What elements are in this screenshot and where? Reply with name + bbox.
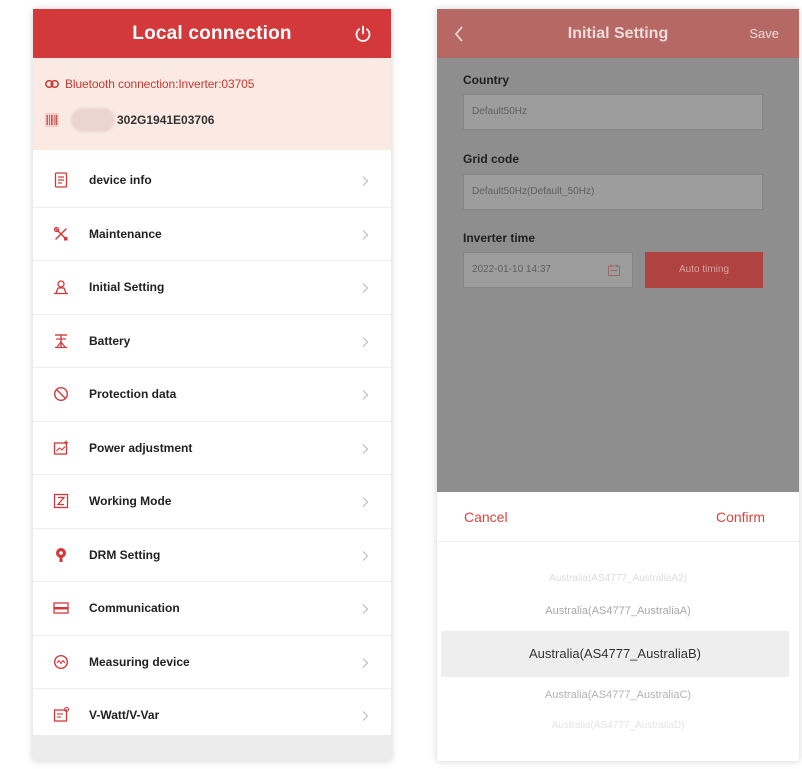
menu-item-label: Maintenance: [89, 226, 162, 241]
country-label: Country: [463, 73, 509, 87]
link-icon: [45, 80, 59, 88]
serial-number-text: 302G1941E03706: [117, 113, 215, 127]
chevron-right-icon: [362, 497, 369, 507]
menu-item-power-adjustment[interactable]: Power adjustment: [33, 422, 391, 475]
calendar-icon: [608, 264, 620, 276]
save-button[interactable]: Save: [749, 9, 779, 58]
power-icon[interactable]: [353, 24, 373, 44]
picker-option[interactable]: Australia(AS4777_AustraliaA2): [437, 573, 799, 585]
barcode-icon: [45, 113, 59, 127]
menu-item-label: Communication: [89, 601, 180, 616]
initial-setting-screen: Initial Setting Save Country Default50Hz…: [437, 9, 799, 761]
working-mode-icon: [53, 494, 69, 509]
menu-item-label: Protection data: [89, 387, 177, 402]
auto-timing-button[interactable]: Auto timing: [645, 252, 763, 288]
chevron-right-icon: [362, 390, 369, 400]
inverter-time-label: Inverter time: [463, 231, 536, 245]
inverter-time-value: 2022-01-10 14:37: [472, 264, 551, 275]
menu-item-label: device info: [89, 173, 152, 188]
v-watt-icon: [53, 707, 69, 722]
serial-number-row: 302G1941E03706: [45, 107, 214, 133]
page-title: Initial Setting: [567, 25, 669, 42]
chevron-right-icon: [362, 657, 369, 668]
menu-item-drm-setting[interactable]: DRM Setting: [33, 529, 391, 582]
maintenance-icon: [53, 226, 68, 241]
power-adjustment-icon: [53, 440, 68, 455]
menu-item-label: DRM Setting: [89, 547, 161, 562]
menu-item-measuring-device[interactable]: Measuring device: [33, 636, 391, 689]
page-title: Local connection: [132, 23, 292, 44]
menu-item-protection-data[interactable]: Protection data: [33, 368, 391, 422]
app-header: Local connection: [33, 9, 391, 58]
drm-setting-icon: [56, 547, 66, 562]
chevron-right-icon: [362, 229, 369, 240]
device-info-icon: [54, 172, 68, 188]
country-field[interactable]: Default50Hz: [463, 94, 763, 130]
chevron-right-icon: [362, 604, 369, 614]
menu-item-maintenance[interactable]: Maintenance: [33, 208, 391, 261]
menu-item-communication[interactable]: Communication: [33, 582, 391, 636]
chevron-right-icon: [362, 336, 369, 347]
inverter-time-field[interactable]: 2022-01-10 14:37: [463, 252, 633, 288]
menu-item-device-info[interactable]: device info: [33, 154, 391, 208]
chevron-right-icon: [362, 283, 369, 293]
battery-icon: [55, 334, 67, 348]
connection-info-panel: Bluetooth connection:Inverter:03705 302G…: [33, 58, 391, 150]
menu-item-initial-setting[interactable]: Initial Setting: [33, 261, 391, 315]
cancel-button[interactable]: Cancel: [464, 492, 508, 542]
bluetooth-connection-row: Bluetooth connection:Inverter:03705: [45, 75, 254, 93]
settings-form: Country Default50Hz Grid code Default50H…: [437, 58, 799, 492]
local-connection-screen: Local connection Bluetooth connection:In…: [33, 9, 391, 761]
measuring-device-icon: [53, 654, 69, 669]
picker-option[interactable]: Australia(AS4777_AustraliaD): [437, 721, 799, 731]
communication-icon: [53, 602, 69, 614]
picker-toolbar: Cancel Confirm: [437, 492, 799, 542]
bluetooth-connection-text: Bluetooth connection:Inverter:03705: [65, 77, 255, 91]
confirm-button[interactable]: Confirm: [716, 492, 765, 542]
chevron-right-icon: [362, 176, 369, 186]
grid-code-label: Grid code: [463, 152, 520, 166]
menu-item-label: Measuring device: [89, 654, 190, 669]
picker-option[interactable]: Australia(AS4777_AustraliaC): [437, 689, 799, 701]
chevron-right-icon: [362, 550, 369, 561]
settings-menu: device info Maintenance Initial Setting: [33, 154, 391, 743]
picker-option[interactable]: Australia(AS4777_AustraliaA): [437, 605, 799, 617]
menu-item-battery[interactable]: Battery: [33, 315, 391, 368]
chevron-right-icon: [362, 711, 369, 721]
protection-icon: [53, 387, 69, 402]
menu-item-label: Battery: [89, 333, 131, 348]
app-header: Initial Setting Save: [437, 9, 799, 58]
menu-item-label: Power adjustment: [89, 440, 193, 455]
picker-option-selected[interactable]: Australia(AS4777_AustraliaB): [441, 631, 789, 677]
menu-item-working-mode[interactable]: Working Mode: [33, 475, 391, 529]
menu-item-label: V-Watt/V-Var: [89, 708, 160, 723]
menu-item-label: Working Mode: [89, 494, 172, 509]
redacted-serial-prefix: [71, 108, 115, 132]
initial-setting-icon: [54, 280, 68, 295]
bottom-bar: [33, 735, 391, 761]
grid-code-field[interactable]: Default50Hz(Default_50Hz): [463, 174, 763, 210]
chevron-right-icon: [362, 443, 369, 454]
grid-code-picker[interactable]: Australia(AS4777_AustraliaA2) Australia(…: [437, 543, 799, 761]
menu-item-label: Initial Setting: [89, 280, 165, 295]
